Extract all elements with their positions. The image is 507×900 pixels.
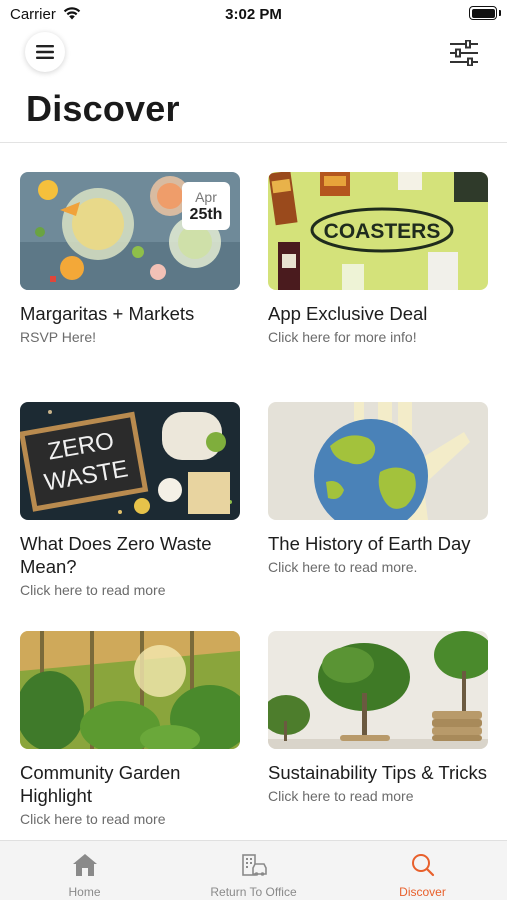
card-title: Sustainability Tips & Tricks (268, 762, 487, 783)
tab-return-to-office[interactable]: Return To Office (169, 841, 338, 900)
tab-label: Discover (399, 885, 446, 899)
card-subtitle: Click here to read more (20, 811, 166, 827)
earth-day-image (268, 402, 488, 520)
card-title: What Does Zero Waste Mean? (20, 533, 212, 577)
card-sustainability-tips[interactable]: Sustainability Tips & Tricks Click here … (268, 631, 488, 805)
card-community-garden[interactable]: Community Garden Highlight Click here to… (20, 631, 240, 828)
status-bar: Carrier 3:02 PM (0, 0, 507, 28)
sustainability-image (268, 631, 488, 749)
battery-cap (499, 10, 501, 16)
coasters-logo-text: COASTERS (324, 220, 441, 243)
card-title: Community Garden Highlight (20, 762, 181, 806)
card-image: COASTERS (268, 172, 488, 290)
card-image (268, 402, 488, 520)
tab-label: Home (68, 885, 101, 899)
date-month: Apr (195, 189, 217, 205)
tab-home[interactable]: Home (0, 841, 169, 900)
header-divider (0, 142, 507, 143)
card-title: App Exclusive Deal (268, 303, 428, 324)
card-image (268, 631, 488, 749)
tab-discover[interactable]: Discover (338, 841, 507, 900)
zero-waste-image: ZERO WASTE (20, 402, 240, 520)
card-margaritas[interactable]: Apr 25th Margaritas + Markets RSVP Here! (20, 172, 240, 346)
tab-bar: Home Return To Office Discover (0, 840, 507, 900)
date-day: 25th (189, 206, 223, 223)
card-subtitle: Click here to read more. (268, 559, 418, 575)
card-title: Margaritas + Markets (20, 303, 195, 324)
date-badge: Apr 25th (182, 182, 230, 230)
search-icon (411, 854, 434, 877)
filter-icon[interactable] (449, 40, 479, 66)
battery-icon (469, 6, 497, 20)
card-zero-waste[interactable]: ZERO WASTE What Does Zero Waste Mean? Cl… (20, 402, 240, 599)
hamburger-icon (36, 45, 54, 59)
home-icon (72, 854, 97, 876)
card-app-exclusive-deal[interactable]: COASTERS App Exclusive Deal Click here f… (268, 172, 488, 346)
card-subtitle: Click here to read more (20, 582, 166, 598)
card-subtitle: Click here to read more (268, 788, 414, 804)
card-earth-day[interactable]: The History of Earth Day Click here to r… (268, 402, 488, 576)
card-image: Apr 25th (20, 172, 240, 290)
menu-button[interactable] (25, 32, 65, 72)
garden-image (20, 631, 240, 749)
card-subtitle: RSVP Here! (20, 329, 96, 345)
card-subtitle: Click here for more info! (268, 329, 417, 345)
card-image (20, 631, 240, 749)
card-image: ZERO WASTE (20, 402, 240, 520)
tab-label: Return To Office (210, 885, 297, 899)
card-title: The History of Earth Day (268, 533, 471, 554)
status-time: 3:02 PM (225, 6, 282, 23)
page-title: Discover (26, 88, 180, 129)
coasters-image: COASTERS (268, 172, 488, 290)
office-icon (241, 854, 267, 876)
